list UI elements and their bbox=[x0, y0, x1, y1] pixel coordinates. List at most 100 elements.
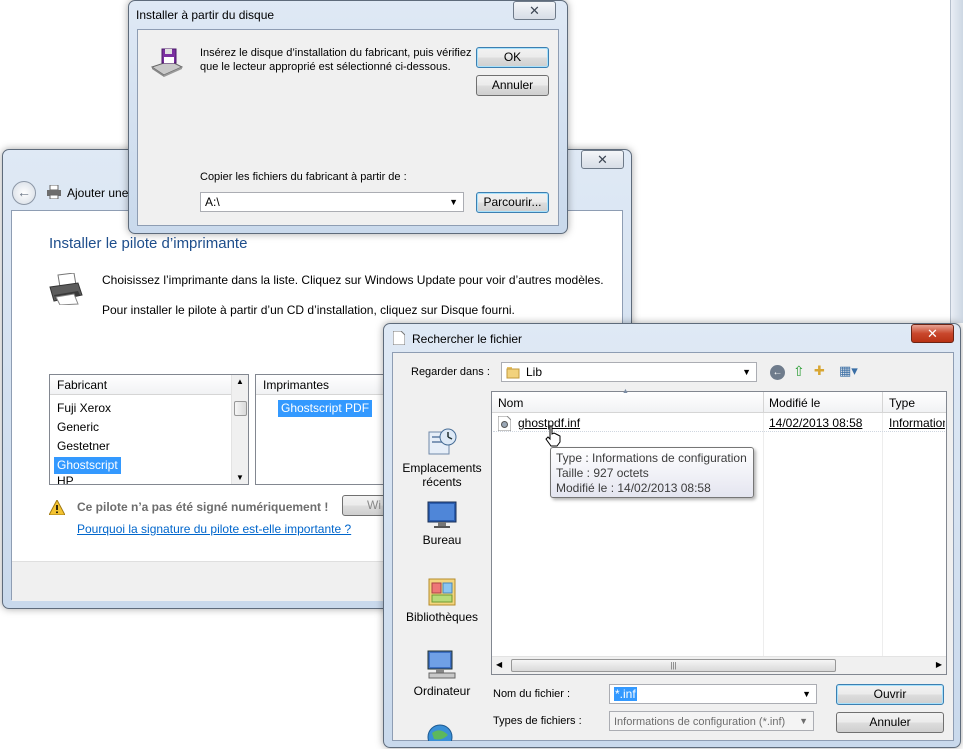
recent-places-icon bbox=[428, 428, 457, 455]
disk-dialog-message-2: que le lecteur approprié est sélectionné… bbox=[200, 61, 451, 73]
place-recent-label: Emplacements bbox=[402, 461, 482, 475]
look-in-label: Regarder dans : bbox=[411, 366, 490, 378]
open-button[interactable]: Ouvrir bbox=[836, 684, 944, 705]
document-icon bbox=[393, 331, 405, 345]
scroll-right-icon[interactable]: ▶ bbox=[936, 660, 942, 669]
places-bar: Emplacements récents Bureau Bibliothèque… bbox=[393, 391, 491, 741]
wizard-close-button[interactable]: ✕ bbox=[581, 150, 624, 169]
horizontal-scroll-thumb[interactable]: ||| bbox=[511, 659, 836, 672]
filetype-combo[interactable]: Informations de configuration (*.inf) ▼ bbox=[609, 711, 814, 731]
signature-info-link[interactable]: Pourquoi la signature du pilote est-elle… bbox=[77, 522, 351, 536]
cancel-button[interactable]: Annuler bbox=[836, 712, 944, 733]
wizard-title: Ajouter une bbox=[67, 186, 129, 200]
browse-button[interactable]: Parcourir... bbox=[476, 192, 549, 213]
filetype-label: Types de fichiers : bbox=[493, 715, 582, 727]
manufacturer-scrollbar[interactable]: ▲ ▼ bbox=[231, 375, 248, 484]
browse-file-dialog: Rechercher le fichier ✕ Regarder dans : … bbox=[383, 323, 961, 748]
dropdown-arrow-icon[interactable]: ▼ bbox=[449, 193, 458, 211]
unsigned-driver-warning: Ce pilote n’a pas été signé numériquemen… bbox=[77, 500, 329, 514]
up-folder-icon[interactable]: ⇧ bbox=[793, 363, 805, 380]
manufacturer-header: Fabricant bbox=[50, 375, 231, 395]
filename-value[interactable]: *.inf bbox=[614, 687, 637, 701]
place-desktop[interactable]: Bureau bbox=[393, 500, 491, 547]
scroll-up-icon[interactable]: ▲ bbox=[236, 377, 244, 386]
back-nav-icon[interactable]: ← bbox=[770, 365, 785, 380]
dropdown-arrow-icon[interactable]: ▼ bbox=[802, 685, 811, 703]
hand-cursor-icon bbox=[545, 425, 561, 447]
disk-dialog-body: Insérez le disque d’installation du fabr… bbox=[137, 29, 559, 226]
column-name[interactable]: Nom bbox=[498, 396, 523, 410]
source-path-value: A:\ bbox=[205, 195, 220, 209]
copy-from-label: Copier les fichiers du fabricant à parti… bbox=[200, 171, 407, 183]
dropdown-arrow-icon[interactable]: ▼ bbox=[742, 363, 751, 381]
scroll-down-icon[interactable]: ▼ bbox=[236, 473, 244, 482]
printers-header: Imprimantes bbox=[256, 375, 394, 395]
back-button[interactable]: ← bbox=[12, 181, 36, 205]
background-window-edge bbox=[950, 0, 963, 323]
back-arrow-icon: ← bbox=[17, 184, 31, 200]
floppy-disk-icon bbox=[150, 48, 184, 77]
ok-button[interactable]: OK bbox=[476, 47, 549, 68]
disk-dialog-title: Installer à partir du disque bbox=[136, 8, 275, 22]
wizard-instruction-2: Pour installer le pilote à partir d’un C… bbox=[102, 303, 515, 317]
place-libraries-label: Bibliothèques bbox=[405, 610, 479, 624]
install-from-disk-dialog: Installer à partir du disque ✕ Insérez l… bbox=[128, 0, 568, 234]
printer-small-icon bbox=[47, 185, 61, 199]
printer-icon bbox=[49, 273, 83, 305]
place-recent[interactable]: Emplacements récents bbox=[393, 426, 491, 489]
tooltip-type: Type : Informations de configuration bbox=[556, 451, 747, 465]
cancel-button[interactable]: Annuler bbox=[476, 75, 549, 96]
filename-label: Nom du fichier : bbox=[493, 688, 571, 700]
sort-ascending-icon: ▲ bbox=[622, 388, 629, 395]
horizontal-scrollbar[interactable]: ◀ ||| ▶ bbox=[492, 656, 946, 674]
browse-dialog-title: Rechercher le fichier bbox=[412, 332, 523, 346]
look-in-value: Lib bbox=[526, 365, 543, 379]
column-separator[interactable] bbox=[763, 392, 764, 413]
desktop-icon bbox=[427, 501, 457, 528]
computer-icon bbox=[427, 650, 456, 679]
column-type[interactable]: Type bbox=[889, 396, 915, 410]
network-icon bbox=[427, 724, 453, 741]
look-in-combo[interactable]: Lib ▼ bbox=[501, 362, 757, 382]
file-list-header: ▲ Nom Modifié le Type bbox=[492, 388, 946, 413]
place-computer[interactable]: Ordinateur bbox=[393, 649, 491, 698]
source-path-combo[interactable]: A:\ ▼ bbox=[200, 192, 464, 212]
filename-combo[interactable]: *.inf ▼ bbox=[609, 684, 817, 704]
disk-dialog-close-button[interactable]: ✕ bbox=[513, 1, 556, 20]
inf-file-icon bbox=[498, 416, 511, 431]
tooltip-size: Taille : 927 octets bbox=[556, 466, 649, 480]
column-modified[interactable]: Modifié le bbox=[769, 396, 820, 410]
warning-icon bbox=[49, 500, 65, 515]
column-divider-line bbox=[763, 413, 764, 656]
column-divider-line bbox=[882, 413, 883, 656]
file-type: Information bbox=[889, 416, 945, 430]
manufacturer-item[interactable]: HP bbox=[54, 476, 77, 484]
manufacturer-item[interactable]: Generic bbox=[54, 419, 102, 436]
dropdown-arrow-icon[interactable]: ▼ bbox=[799, 712, 808, 730]
libraries-icon bbox=[428, 578, 456, 606]
place-network[interactable] bbox=[393, 723, 491, 741]
browse-dialog-close-button[interactable]: ✕ bbox=[911, 324, 954, 343]
scroll-left-icon[interactable]: ◀ bbox=[496, 660, 502, 669]
printer-item-selected[interactable]: Ghostscript PDF bbox=[278, 400, 373, 417]
place-computer-label: Ordinateur bbox=[413, 684, 471, 698]
column-separator[interactable] bbox=[882, 392, 883, 413]
place-libraries[interactable]: Bibliothèques bbox=[393, 575, 491, 624]
file-modified: 14/02/2013 08:58 bbox=[769, 416, 863, 430]
place-recent-label-2: récents bbox=[422, 475, 462, 489]
file-tooltip: Type : Informations de configuration Tai… bbox=[550, 447, 754, 498]
wizard-instruction-1: Choisissez l’imprimante dans la liste. C… bbox=[102, 273, 604, 287]
printer-list[interactable]: Imprimantes Ghostscript PDF bbox=[255, 374, 395, 485]
manufacturer-item[interactable]: Fuji Xerox bbox=[54, 400, 114, 417]
wizard-heading: Installer le pilote d’imprimante bbox=[49, 235, 248, 252]
manufacturer-item[interactable]: Gestetner bbox=[54, 438, 113, 455]
view-menu-icon[interactable]: ▦▾ bbox=[839, 363, 858, 379]
tooltip-modified: Modifié le : 14/02/2013 08:58 bbox=[556, 481, 711, 495]
place-desktop-label: Bureau bbox=[422, 533, 462, 547]
manufacturer-list[interactable]: Fabricant Fuji Xerox Generic Gestetner G… bbox=[49, 374, 249, 485]
manufacturer-scroll-thumb[interactable] bbox=[234, 401, 247, 416]
manufacturer-item-selected[interactable]: Ghostscript bbox=[54, 457, 121, 474]
new-folder-icon[interactable]: ✚ bbox=[814, 363, 825, 379]
filetype-value: Informations de configuration (*.inf) bbox=[614, 716, 786, 728]
browse-dialog-body: Regarder dans : Lib ▼ ← ⇧ ✚ ▦▾ Emplaceme… bbox=[392, 352, 954, 741]
